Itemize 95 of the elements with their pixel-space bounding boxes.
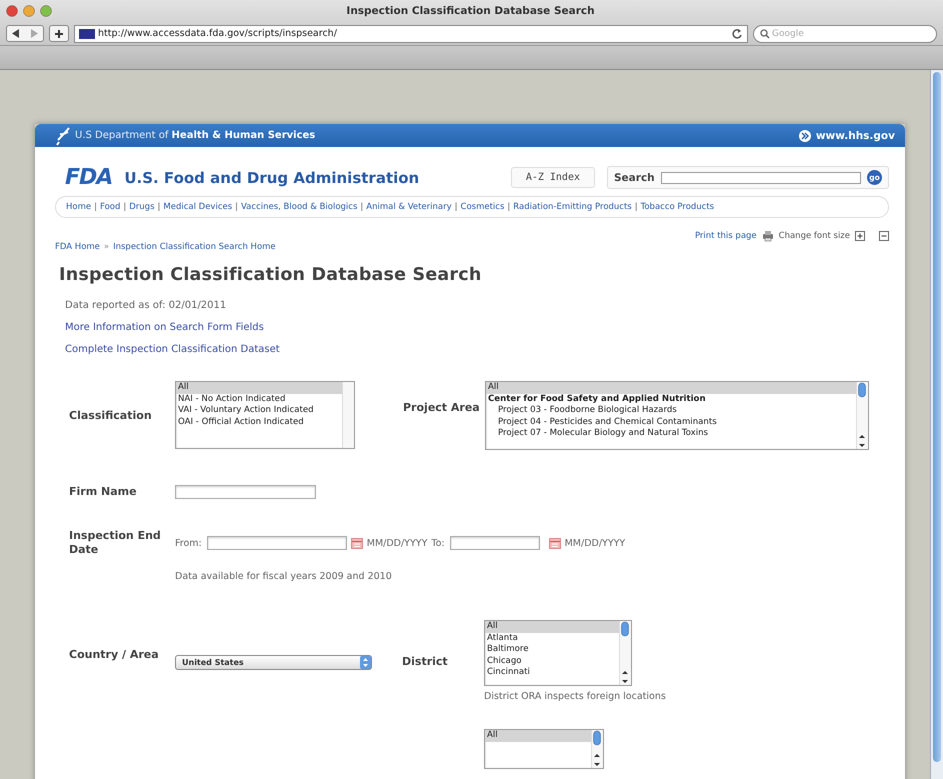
add-bookmark-button[interactable] [49, 25, 69, 42]
address-bar[interactable]: http://www.accessdata.fda.gov/scripts/inspsearch/ [74, 24, 748, 42]
department-title: U.S Department of Health & Human Services [75, 130, 316, 141]
breadcrumb-link[interactable]: Inspection Classification Search Home [113, 242, 276, 252]
nav-link[interactable]: Cosmetics [460, 202, 504, 212]
nav-link[interactable]: Home [66, 202, 92, 212]
list-option[interactable]: Project 04 - Pesticides and Chemical Contaminants [486, 416, 856, 428]
nav-separator: | [158, 202, 160, 212]
hhs-link[interactable]: www.hhs.gov [798, 130, 895, 142]
list-box[interactable]: All NAI - No Action Indicated VAI - Voluntary Action Indicated OAI - Official Action Indicated [175, 381, 355, 449]
country-select[interactable]: United States [175, 655, 372, 670]
nav-separator: | [507, 202, 510, 212]
list-option[interactable]: All [176, 382, 342, 394]
breadcrumb-separator: » [104, 242, 110, 252]
list-option[interactable]: NAI - No Action Indicated [176, 394, 342, 406]
field-label: Inspection End Date [69, 529, 162, 557]
scroll-arrows-icon[interactable] [857, 435, 867, 447]
field-label: Country / Area [69, 648, 160, 662]
scrollbar-thumb[interactable] [933, 72, 941, 762]
field-label: District [402, 655, 449, 669]
agency-name[interactable]: U.S. Food and Drug Administration [124, 168, 499, 186]
field-label: Firm Name [69, 485, 138, 499]
nav-link[interactable]: Vaccines, Blood & Biologics [241, 202, 358, 212]
list-option[interactable]: All [486, 382, 856, 394]
zoom-icon[interactable] [40, 5, 52, 17]
start-date-field[interactable] [206, 536, 347, 550]
date-note: Data available for fiscal years 2009 and 2010 [175, 571, 392, 582]
nav-separator: | [360, 202, 364, 212]
fda-logo[interactable]: FDA [65, 165, 112, 190]
field-label: Project Area [403, 401, 481, 415]
list-option[interactable]: Project 07 - Molecular Biology and Natural Toxins [486, 428, 856, 440]
nav-separator: | [235, 202, 238, 212]
index-button[interactable]: A-Z Index [510, 167, 595, 188]
info-link[interactable]: Complete Inspection Classification Dataset [65, 339, 280, 361]
font-size-label: Change font size [778, 231, 850, 241]
calendar-icon[interactable] [548, 538, 561, 548]
nav-link[interactable]: Drugs [129, 202, 155, 212]
scrollbar-thumb[interactable] [620, 621, 630, 637]
scroll-arrows-icon[interactable] [592, 754, 602, 766]
end-date-field[interactable] [450, 536, 540, 550]
calendar-icon[interactable] [350, 538, 363, 548]
list-option[interactable]: All [485, 730, 591, 742]
nav-link[interactable]: Radiation-Emitting Products [513, 202, 632, 212]
district-note: District ORA inspects foreign locations [484, 691, 666, 702]
scroll-arrows-icon[interactable] [620, 671, 630, 683]
firm-name-field[interactable] [175, 485, 316, 499]
to-label: To: [431, 538, 445, 548]
minimize-icon[interactable] [23, 5, 35, 17]
list-box[interactable]: All Center for Food Safety and Applied Nutrition Project 03 - Foodborne Biological Hazards Project 04 - Pesticides and Chemical Contaminants Project 07 - Molecular Biology and Natural Toxins [485, 381, 869, 450]
list-option[interactable]: VAI - Voluntary Action Indicated [176, 405, 342, 417]
shrink-font-icon[interactable] [879, 231, 889, 241]
date-format-hint: MM/DD/YYYY [564, 538, 626, 548]
info-link[interactable]: More Information on Search Form Fields [65, 317, 264, 339]
list-option[interactable]: Baltimore [485, 644, 619, 656]
search-placeholder: Google [772, 28, 804, 38]
scrollbar-thumb[interactable] [857, 382, 867, 398]
enlarge-font-icon[interactable] [855, 231, 865, 241]
search-icon [760, 28, 770, 38]
list-option[interactable]: Project 03 - Foodborne Biological Hazards [486, 405, 856, 417]
nav-separator: | [94, 202, 97, 212]
nav-link[interactable]: Medical Devices [163, 202, 232, 212]
nav-link[interactable]: Tobacco Products [640, 202, 714, 212]
nav-separator: | [123, 202, 126, 212]
list-option[interactable]: Cincinnati [485, 667, 619, 679]
list-option[interactable]: OAI - Official Action Indicated [176, 416, 342, 428]
scrollbar-thumb[interactable] [592, 730, 602, 746]
site-icon [79, 28, 95, 38]
page-heading: Inspection Classification Database Search [59, 265, 482, 285]
print-link[interactable]: Print this page [694, 231, 757, 241]
scrollbar-track [342, 382, 354, 448]
search-label: Search [614, 172, 655, 184]
nav-link[interactable]: Animal & Veterinary [366, 202, 452, 212]
arrow-icon [798, 130, 811, 142]
url-text: http://www.accessdata.fda.gov/scripts/inspsearch/ [98, 28, 338, 39]
printer-icon[interactable] [762, 230, 774, 242]
reload-icon[interactable] [732, 28, 743, 39]
field-label: Classification [69, 409, 153, 423]
nav-separator: | [634, 202, 638, 212]
list-box[interactable]: All [484, 729, 604, 769]
from-label: From: [175, 538, 202, 548]
nav-separator: | [454, 202, 458, 212]
plus-icon [54, 28, 64, 38]
breadcrumb-link[interactable]: FDA Home [55, 242, 100, 252]
list-option[interactable]: Atlanta [485, 632, 619, 644]
nav-link[interactable]: Food [100, 202, 120, 212]
list-option[interactable]: All [485, 621, 619, 633]
list-box[interactable]: All Atlanta Baltimore Chicago Cincinnati [484, 620, 632, 686]
search-field[interactable] [660, 172, 861, 184]
close-icon[interactable] [6, 5, 18, 17]
window-title: Inspection Classification Database Search [345, 5, 596, 17]
dropdown-arrows-icon [360, 656, 371, 669]
data-date: Data reported as of: 02/01/2011 [65, 299, 228, 313]
list-option[interactable]: Center for Food Safety and Applied Nutrition [486, 394, 856, 406]
list-option[interactable]: Chicago [485, 656, 619, 668]
date-format-hint: MM/DD/YYYY [366, 538, 428, 548]
